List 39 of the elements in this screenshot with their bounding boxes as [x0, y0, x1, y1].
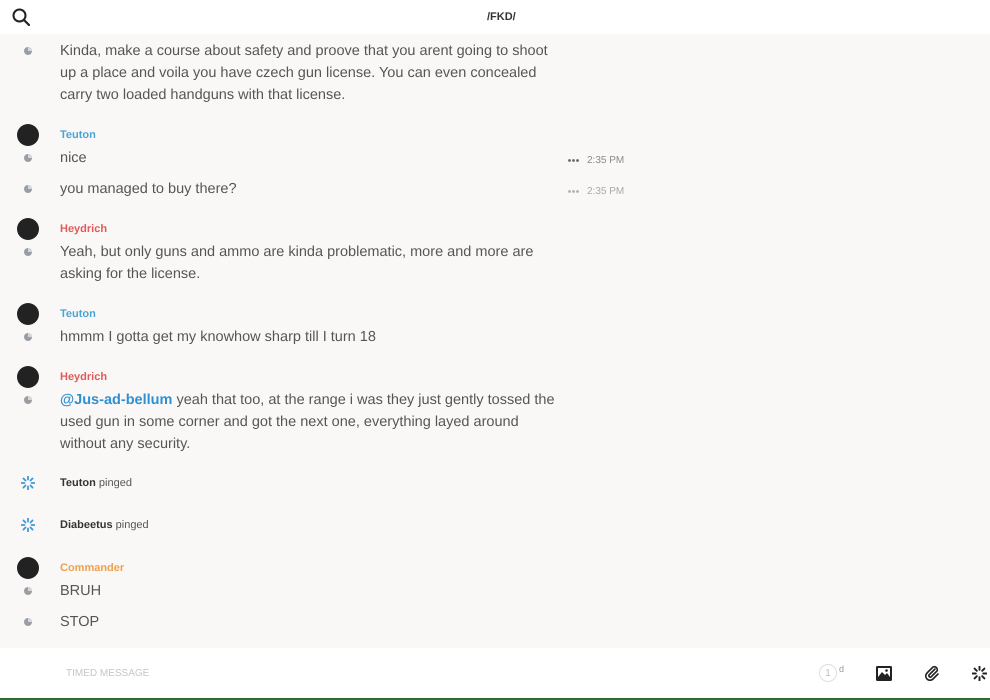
message-input[interactable]: TIMED MESSAGE: [64, 666, 368, 680]
read-status-icon: [24, 248, 32, 256]
user-avatar[interactable]: [17, 557, 39, 579]
ping-notice: Diabeetus pinged: [60, 519, 149, 531]
image-icon[interactable]: [876, 666, 892, 680]
user-avatar[interactable]: [17, 303, 39, 325]
message-text: @Jus-ad-bellum yeah that too, at the range i was they just gently tossed the used gun in some corner and got the next one, everything layed around without any security.: [60, 391, 556, 454]
read-status-icon: [24, 618, 32, 626]
author-name[interactable]: Teuton: [60, 129, 96, 141]
ping-notice: Teuton pinged: [60, 477, 132, 489]
message-time: 2:35 PM: [587, 155, 624, 166]
ping-icon: [21, 518, 35, 532]
author-name[interactable]: Teuton: [60, 308, 96, 320]
user-avatar[interactable]: [17, 366, 39, 388]
more-options-icon[interactable]: [568, 159, 579, 162]
ping-icon[interactable]: [972, 666, 987, 680]
read-status-icon: [24, 47, 32, 55]
message-text: Yeah, but only guns and ammo are kinda problematic, more and more are asking for the license.: [60, 243, 534, 284]
read-status-icon: [24, 333, 32, 341]
message-text: nice: [60, 149, 88, 168]
user-avatar[interactable]: [17, 124, 39, 146]
read-status-icon: [24, 154, 32, 162]
message-text: hmmm I gotta get my knowhow sharp till I turn 18: [60, 328, 377, 347]
search-icon[interactable]: [12, 8, 30, 26]
read-status-icon: [24, 587, 32, 595]
author-name[interactable]: Heydrich: [60, 371, 108, 383]
paperclip-icon[interactable]: [924, 665, 940, 681]
author-name[interactable]: Heydrich: [60, 223, 108, 235]
message-text: STOP: [60, 613, 100, 632]
read-status-icon: [24, 396, 32, 404]
message-time: 2:35 PM: [587, 186, 624, 197]
user-avatar[interactable]: [17, 218, 39, 240]
message-text: BRUH: [60, 582, 102, 601]
ping-icon: [21, 476, 35, 490]
message-text: you managed to buy there?: [60, 180, 238, 199]
read-status-icon: [24, 185, 32, 193]
author-name[interactable]: Commander: [60, 562, 124, 574]
message-text: Kinda, make a course about safety and proove that you arent going to shoot up a place and voila you have czech gun license. You can even concealed carry two loaded handguns with that license.: [60, 42, 549, 105]
channel-title: /FKD/: [487, 11, 516, 23]
